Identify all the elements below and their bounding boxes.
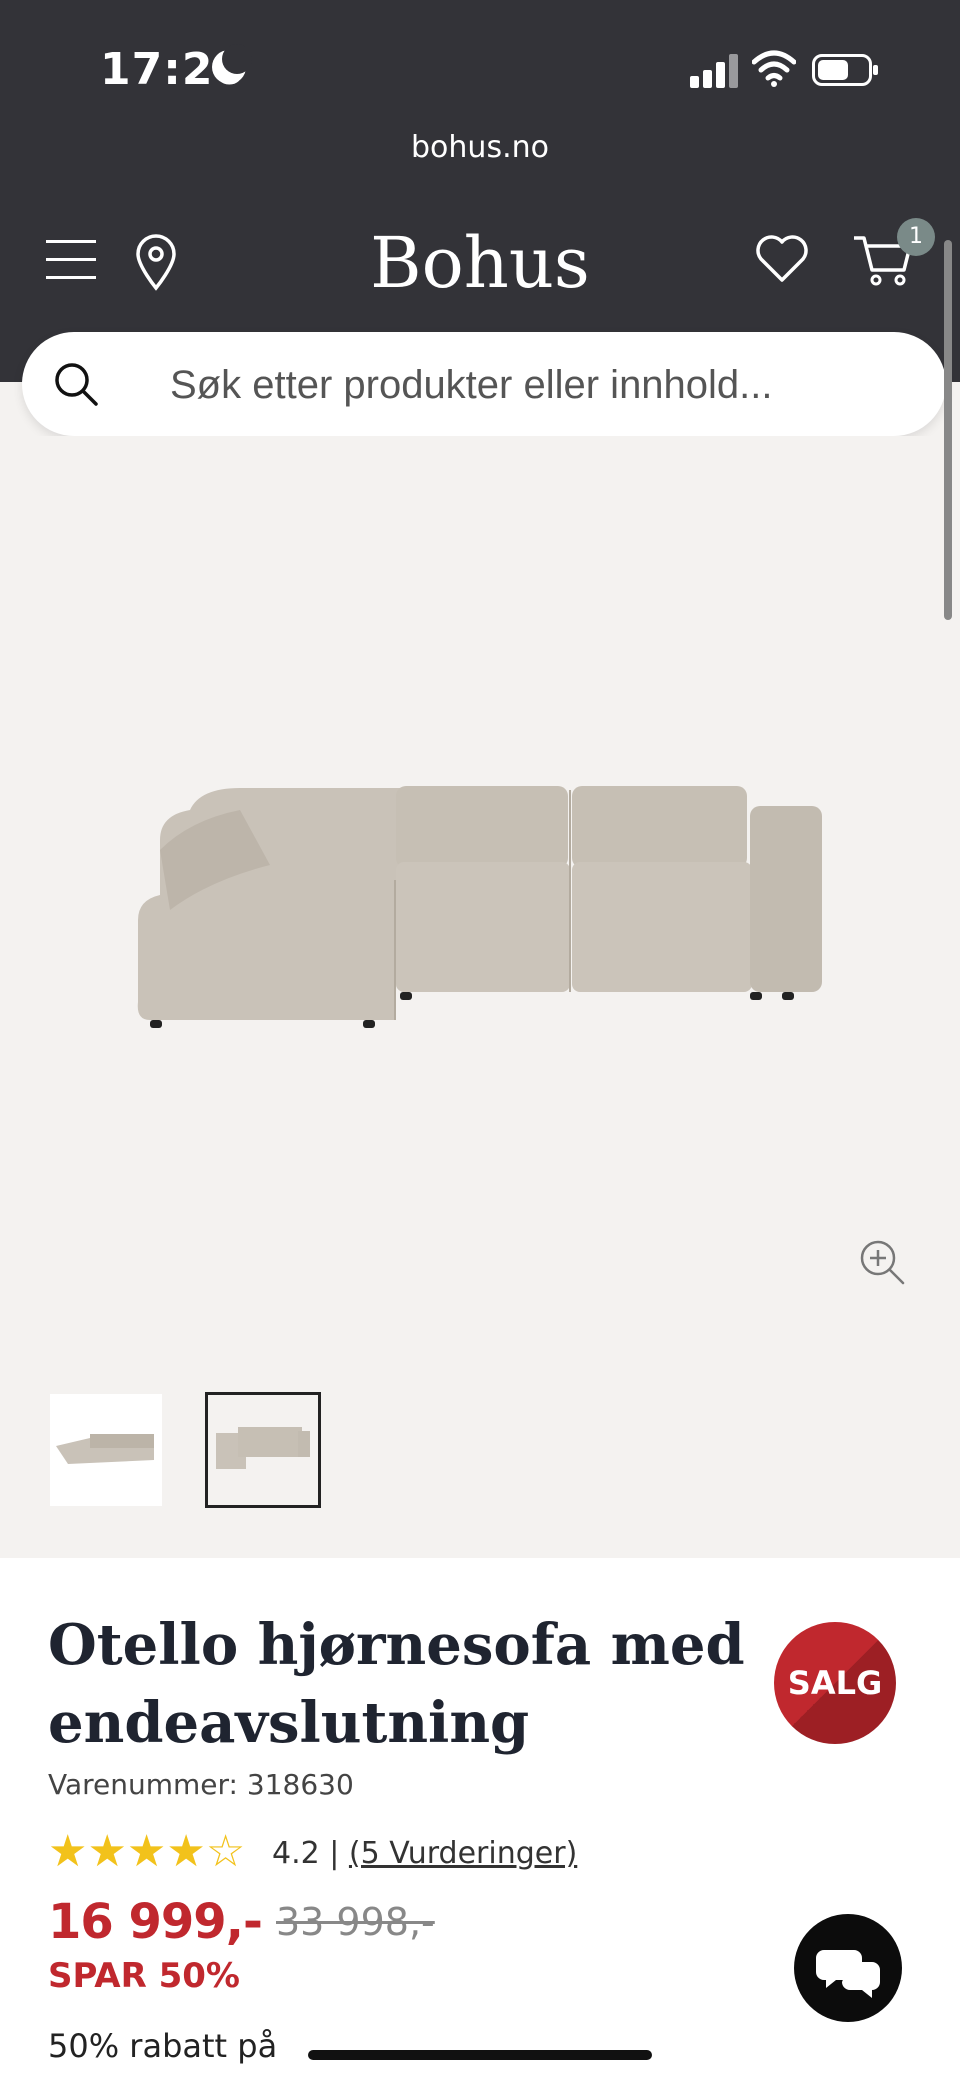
rating-separator: | <box>329 1836 340 1871</box>
rating-value: 4.2 <box>272 1836 320 1871</box>
browser-url[interactable]: bohus.no <box>0 130 960 165</box>
star-outline-icon: ☆ <box>205 1826 246 1877</box>
rating-summary: 4.2 | (5 Vurderinger) <box>272 1836 577 1871</box>
scrollbar[interactable] <box>944 240 952 620</box>
promo-text: 50% rabatt på <box>48 2027 278 2065</box>
reviews-link[interactable]: (5 Vurderinger) <box>349 1836 577 1871</box>
gallery-thumbnail-1[interactable] <box>50 1394 162 1506</box>
chat-icon <box>816 1950 880 1998</box>
moon-icon <box>212 44 252 84</box>
search-input[interactable] <box>168 354 912 416</box>
bohus-logo[interactable]: Bohus <box>0 222 960 304</box>
product-title: Otello hjørnesofa med endeavslutning <box>48 1612 745 1756</box>
battery-icon <box>812 54 878 86</box>
star-icon: ★ <box>48 1826 88 1877</box>
home-indicator[interactable] <box>308 2050 652 2060</box>
product-image[interactable] <box>130 770 830 1040</box>
star-icon: ★ <box>126 1826 167 1877</box>
gallery-thumbnail-2[interactable] <box>205 1392 321 1508</box>
signal-icon <box>690 54 740 88</box>
zoom-in-icon[interactable] <box>858 1238 906 1286</box>
sale-badge: SALG <box>774 1622 896 1744</box>
rating-stars[interactable]: ★★★★☆ <box>48 1830 245 1874</box>
savings-label: SPAR 50% <box>48 1956 240 1996</box>
wifi-icon <box>752 50 796 87</box>
search-icon[interactable] <box>50 358 102 410</box>
current-price: 16 999,- <box>48 1894 263 1950</box>
chat-button[interactable] <box>794 1914 902 2022</box>
original-price: 33 998,- <box>276 1900 435 1944</box>
cart-count-badge: 1 <box>897 218 935 256</box>
star-icon: ★ <box>87 1826 127 1877</box>
product-sku: Varenummer: 318630 <box>48 1768 354 1801</box>
star-icon: ★ <box>166 1826 206 1877</box>
heart-icon[interactable] <box>754 232 810 284</box>
